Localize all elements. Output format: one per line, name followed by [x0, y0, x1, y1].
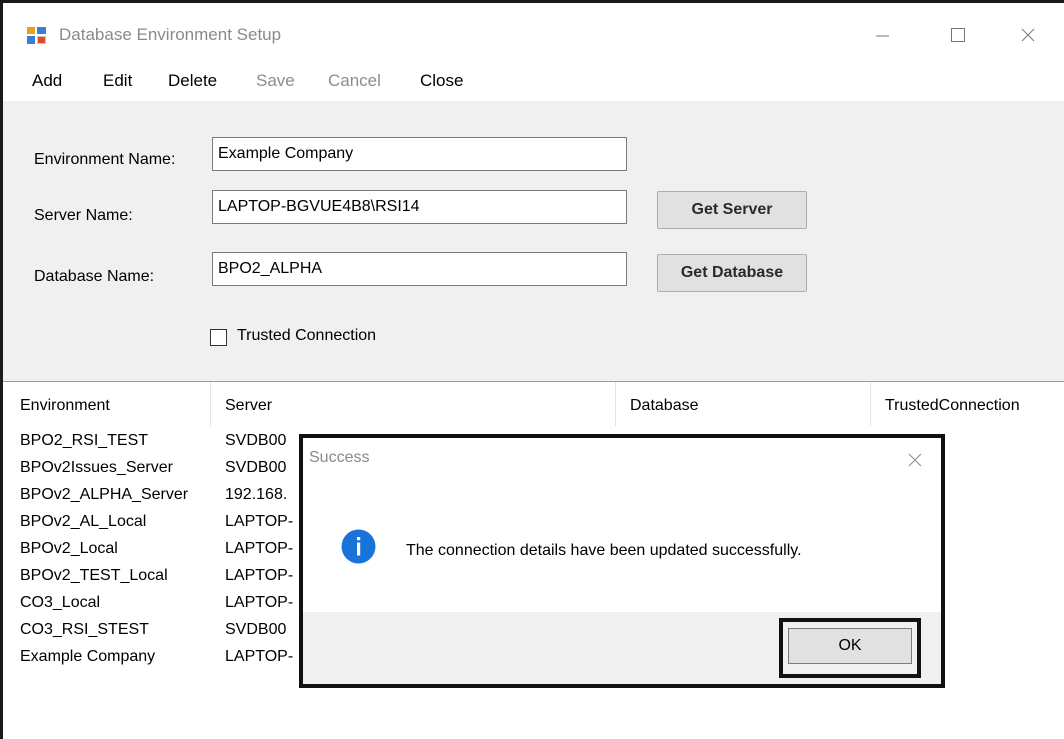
- environment-name-input[interactable]: [212, 137, 627, 171]
- database-name-label: Database Name:: [34, 268, 155, 285]
- close-icon: [908, 453, 922, 467]
- cell-environment: BPOv2_ALPHA_Server: [20, 486, 189, 503]
- server-name-input[interactable]: [212, 190, 627, 224]
- menu-close[interactable]: Close: [420, 71, 463, 91]
- server-name-label: Server Name:: [34, 207, 133, 224]
- cell-server: LAPTOP-: [225, 594, 294, 611]
- cell-environment: Example Company: [20, 648, 156, 665]
- cell-server: LAPTOP-: [225, 540, 294, 557]
- menu-cancel[interactable]: Cancel: [328, 71, 381, 91]
- column-header-server[interactable]: Server: [211, 382, 616, 426]
- cell-environment: BPOv2_Local: [20, 540, 118, 557]
- menu-add[interactable]: Add: [32, 71, 62, 91]
- cell-environment: CO3_Local: [20, 594, 101, 611]
- close-window-button[interactable]: [1005, 17, 1051, 53]
- cell-server: SVDB00: [225, 432, 287, 449]
- maximize-icon: [951, 28, 965, 42]
- menu-edit[interactable]: Edit: [103, 71, 132, 91]
- dialog-close-button[interactable]: [901, 446, 929, 474]
- cell-server: LAPTOP-: [225, 567, 294, 584]
- window-title: Database Environment Setup: [59, 25, 282, 44]
- get-database-button[interactable]: Get Database: [657, 254, 807, 292]
- column-header-environment[interactable]: Environment: [3, 382, 211, 426]
- cell-environment: BPOv2_AL_Local: [20, 513, 147, 530]
- trusted-connection-checkbox[interactable]: [210, 329, 227, 346]
- column-header-trustedconnection[interactable]: TrustedConnection: [871, 382, 1064, 426]
- ok-button-highlight: OK: [779, 618, 921, 678]
- menu-save[interactable]: Save: [256, 71, 295, 91]
- ok-button[interactable]: OK: [788, 628, 912, 664]
- minimize-icon: [876, 35, 889, 37]
- cell-server: 192.168.: [225, 486, 288, 503]
- cell-environment: BPOv2_TEST_Local: [20, 567, 168, 584]
- minimize-button[interactable]: [859, 17, 905, 53]
- dialog-footer: OK: [303, 612, 941, 684]
- environment-name-label: Environment Name:: [34, 151, 176, 168]
- maximize-button[interactable]: [935, 17, 981, 53]
- dialog-message: The connection details have been updated…: [406, 542, 802, 559]
- database-environment-setup-window: Database Environment Setup Add Edit Dele…: [0, 0, 1064, 739]
- cell-server: SVDB00: [225, 621, 287, 638]
- cell-environment: BPOv2Issues_Server: [20, 459, 173, 476]
- cell-environment: CO3_RSI_STEST: [20, 621, 149, 638]
- app-window-icon: [27, 27, 46, 44]
- menu-delete[interactable]: Delete: [168, 71, 217, 91]
- database-name-input[interactable]: [212, 252, 627, 286]
- cell-server: LAPTOP-: [225, 513, 294, 530]
- title-bar: Database Environment Setup: [3, 3, 1064, 61]
- get-server-button[interactable]: Get Server: [657, 191, 807, 229]
- column-header-database[interactable]: Database: [616, 382, 871, 426]
- menu-bar: Add Edit Delete Save Cancel Close: [3, 61, 1064, 101]
- close-icon: [1021, 28, 1035, 42]
- cell-server: LAPTOP-: [225, 648, 294, 665]
- list-header: Environment Server Database TrustedConne…: [3, 382, 1064, 426]
- cell-server: SVDB00: [225, 459, 287, 476]
- success-dialog: Success The connection details have been…: [299, 434, 945, 688]
- cell-environment: BPO2_RSI_TEST: [20, 432, 149, 449]
- dialog-title: Success: [309, 449, 370, 466]
- trusted-connection-label: Trusted Connection: [237, 327, 377, 344]
- info-icon: [341, 529, 376, 564]
